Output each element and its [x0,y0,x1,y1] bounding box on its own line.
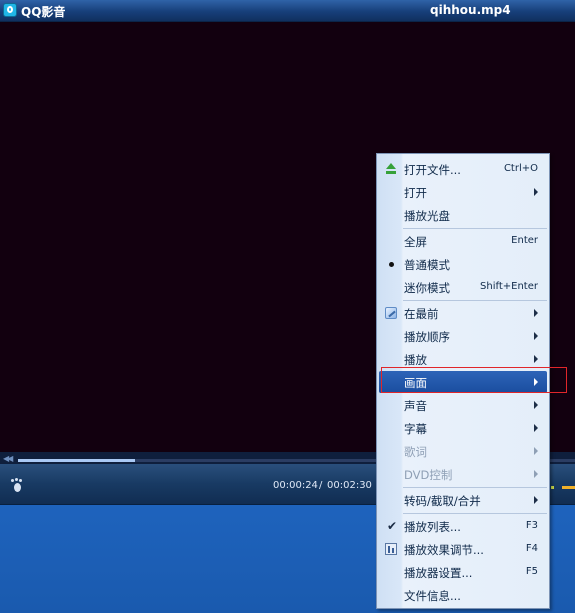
menu-item-playlist[interactable]: ✔ 播放列表... F3 [379,515,547,537]
menu-separator [403,487,547,488]
menu-item-audio[interactable]: 声音 [379,394,547,416]
menu-item-label: 声音 [404,399,427,413]
submenu-arrow-icon [534,470,538,478]
menu-separator [403,300,547,301]
menu-item-label: 普通模式 [404,258,450,272]
menu-item-normal-mode[interactable]: 普通模式 [379,253,547,275]
menu-item-label: DVD控制 [404,468,453,482]
seek-bar-fill [18,459,135,462]
menu-item-dvd-control: DVD控制 [379,463,547,485]
submenu-arrow-icon [534,309,538,317]
rewind-icon[interactable]: ◀◀ [3,454,13,463]
highlight-annotation-box [381,367,567,393]
menu-item-open[interactable]: 打开 [379,181,547,203]
menu-item-label: 播放效果调节... [404,543,484,557]
menu-item-label: 打开文件... [404,163,461,177]
time-current: 00:00:24 [273,480,318,491]
menu-item-always-on-top[interactable]: 在最前 [379,302,547,324]
menu-item-label: 播放 [404,353,427,367]
menu-separator [403,228,547,229]
submenu-arrow-icon [534,188,538,196]
menu-item-label: 歌词 [404,445,427,459]
eject-icon [384,162,398,176]
footprint-icon[interactable] [11,478,25,492]
menu-separator [403,513,547,514]
menu-item-fullscreen[interactable]: 全屏 Enter [379,230,547,252]
menu-item-lyrics: 歌词 [379,440,547,462]
submenu-arrow-icon [534,496,538,504]
menu-item-file-info[interactable]: 文件信息... [379,584,547,606]
menu-item-shortcut: F5 [525,566,538,577]
menu-item-label: 播放列表... [404,520,461,534]
menu-item-label: 打开 [404,186,427,200]
app-title: QQ影音 [21,5,66,19]
check-icon: ✔ [387,519,398,533]
equalizer-icon [384,542,398,556]
submenu-arrow-icon [534,355,538,363]
volume-bar[interactable] [562,486,575,489]
qq-player-logo-icon [3,3,17,17]
submenu-arrow-icon [534,401,538,409]
menu-item-shortcut: Shift+Enter [480,281,538,292]
menu-item-shortcut: Ctrl+O [503,163,538,174]
radio-dot-icon [384,257,398,271]
menu-item-label: 文件信息... [404,589,461,603]
submenu-arrow-icon [534,447,538,455]
menu-item-label: 全屏 [404,235,427,249]
menu-item-label: 播放光盘 [404,209,450,223]
menu-item-play-order[interactable]: 播放顺序 [379,325,547,347]
menu-item-shortcut: F4 [525,543,538,554]
menu-item-open-file[interactable]: 打开文件... Ctrl+O [379,158,547,180]
menu-item-shortcut: F3 [525,520,538,531]
menu-item-mini-mode[interactable]: 迷你模式 Shift+Enter [379,276,547,298]
menu-item-settings[interactable]: 播放器设置... F5 [379,561,547,583]
time-separator: / [319,480,323,491]
menu-item-transcode[interactable]: 转码/截取/合并 [379,489,547,511]
menu-item-label: 转码/截取/合并 [404,494,481,508]
menu-item-label: 迷你模式 [404,281,450,295]
time-total: 00:02:30 [327,480,372,491]
menu-item-label: 字幕 [404,422,427,436]
menu-item-play-disc[interactable]: 播放光盘 [379,204,547,226]
menu-item-label: 在最前 [404,307,439,321]
file-title: qihhou.mp4 [430,3,511,17]
menu-item-label: 播放顺序 [404,330,450,344]
pin-icon [384,306,398,320]
volume-knob[interactable] [551,486,554,489]
menu-item-label: 播放器设置... [404,566,473,580]
menu-item-shortcut: Enter [511,235,538,246]
submenu-arrow-icon [534,424,538,432]
submenu-arrow-icon [534,332,538,340]
menu-item-subtitle[interactable]: 字幕 [379,417,547,439]
title-bar: QQ影音 qihhou.mp4 [0,0,575,22]
menu-item-effects[interactable]: 播放效果调节... F4 [379,538,547,560]
